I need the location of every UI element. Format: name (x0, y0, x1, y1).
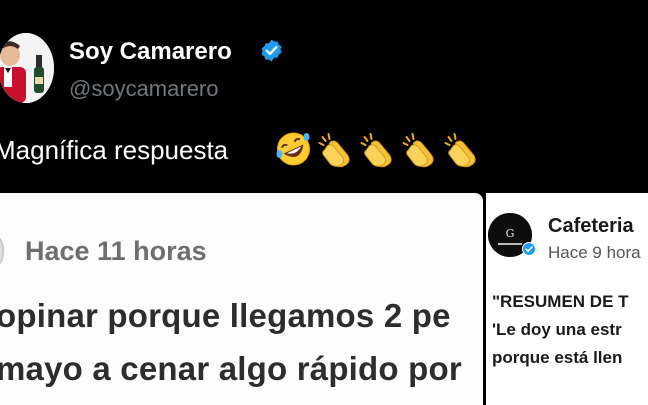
reply-text-line: "RESUMEN DE T (492, 292, 629, 311)
author-name[interactable]: Soy Camarero (69, 38, 232, 66)
review-text-line: mayo a cenar algo rápido por (0, 350, 462, 387)
reply-time: Hace 9 hora (548, 243, 641, 262)
clapping-hands-icon (402, 133, 434, 168)
clapping-hands-icon (318, 133, 350, 168)
svg-text:G: G (506, 227, 515, 240)
cafeteria-name: Cafeteria (548, 215, 634, 237)
tweet-text: Magnífica respuesta (0, 135, 229, 165)
reply-text-line: 'Le doy una estr (492, 320, 622, 339)
embedded-review-image-right[interactable]: G Cafeteria Hace 9 hora "RESUMEN DE T 'L… (486, 193, 648, 405)
waiter-avatar-icon (0, 33, 54, 103)
avatar[interactable] (0, 33, 54, 103)
reply-text-line: porque está llen (492, 348, 623, 367)
verified-badge-icon (522, 242, 536, 256)
reviewer-avatar-icon (0, 237, 4, 265)
emoji-row (273, 129, 482, 169)
review-time: Hace 11 horas (25, 236, 207, 266)
rofl-emoji-icon (276, 132, 310, 166)
verified-badge-icon (259, 38, 284, 63)
author-handle[interactable]: @soycamarero (69, 76, 219, 102)
review-text-line: opinar porque llegamos 2 pe (0, 297, 451, 334)
embedded-review-image-left[interactable]: Hace 11 horas opinar porque llegamos 2 p… (0, 193, 483, 405)
clapping-hands-icon (444, 133, 476, 168)
clapping-hands-icon (360, 133, 392, 168)
